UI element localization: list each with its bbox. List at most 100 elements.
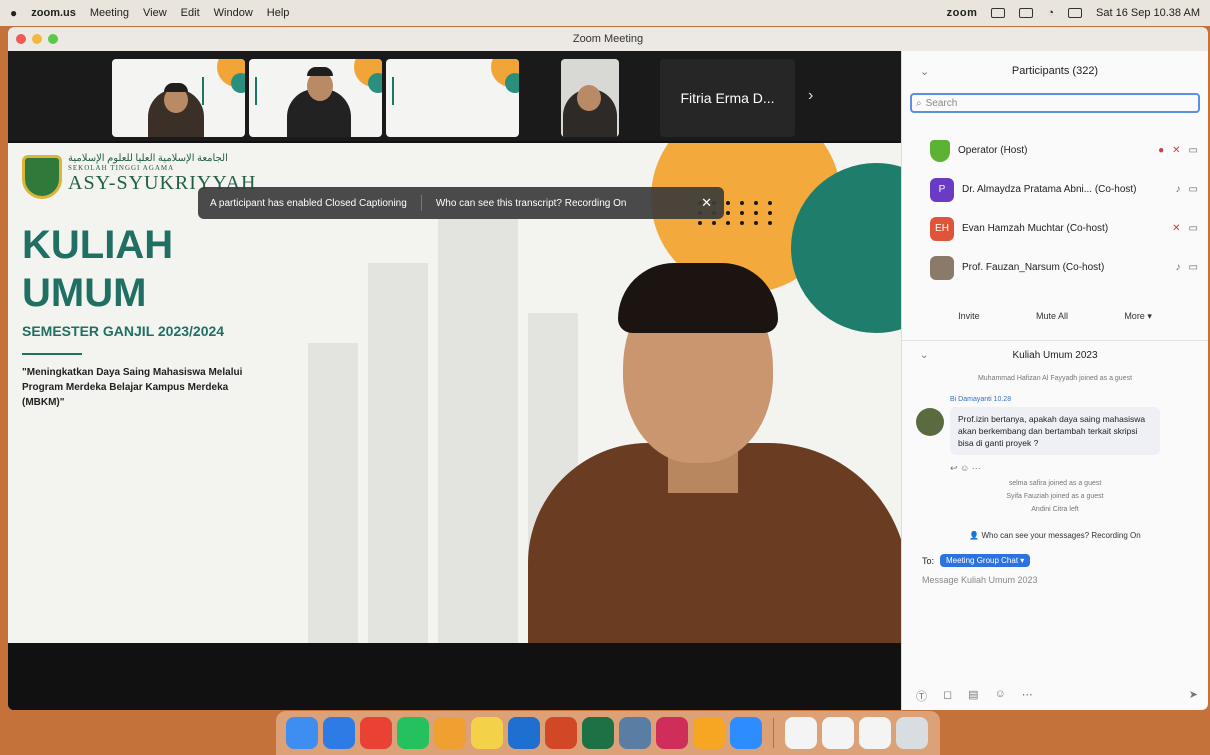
menu-clock[interactable]: Sat 16 Sep 10.38 AM [1096,7,1200,19]
video-thumbnail[interactable] [561,59,619,137]
participant-row[interactable]: Operator (Host) ● ✕ ▭ [902,131,1208,170]
participant-row[interactable]: Prof. Fauzan_Narsum (Co-host) ♪ ▭ [902,248,1208,287]
title-bar: Zoom Meeting [8,27,1208,51]
host-shield-icon [930,139,950,162]
search-input[interactable]: Search [926,98,958,109]
avatar: EH [930,216,954,241]
dock-separator [773,718,774,748]
chat-toolbar: Ⓣ ◻ ▤ ☺ ⋯ ➤ [916,688,1198,704]
dock-slack-icon[interactable] [656,717,688,749]
participant-row[interactable]: EH Evan Hamzah Muchtar (Co-host) ✕ ▭ [902,209,1208,248]
control-center-icon[interactable] [1068,8,1083,18]
background-building [308,343,358,643]
person-icon: 👤 [969,531,980,540]
wifi-icon[interactable]: ◔ [1047,7,1054,19]
participant-status: ✕ ▭ [1172,223,1198,234]
dock-whatsapp-icon[interactable] [397,717,429,749]
status-area: zoom ◔ Sat 16 Sep 10.38 AM [947,7,1200,19]
more-icon[interactable]: ⋯ [1022,688,1033,704]
chat-visibility-text: Who can see your messages? Recording On [981,531,1141,540]
participant-row[interactable]: P Dr. Almaydza Pratama Abni... (Co-host)… [902,170,1208,209]
file-icon[interactable]: ▤ [968,688,978,704]
chat-visibility-notice[interactable]: 👤 Who can see your messages? Recording O… [902,531,1208,540]
apple-icon[interactable]: ● [10,6,17,20]
menu-app-name[interactable]: zoom.us [31,7,76,19]
dock [276,711,940,755]
emoji-icon[interactable]: ☺ [995,688,1006,704]
invite-button[interactable]: Invite [948,307,990,326]
chevron-right-icon[interactable]: › [808,87,813,105]
chat-sender: Bi Damayanti 10.28 [950,396,1012,403]
dock-safari-icon[interactable] [323,717,355,749]
menu-help[interactable]: Help [267,7,290,19]
battery-icon[interactable] [1019,8,1034,18]
camera-icon[interactable]: ▭ [1189,184,1198,195]
chat-system-message: Muhammad Hafizan Al Fayyadh joined as a … [977,375,1133,382]
dock-notes-icon[interactable] [471,717,503,749]
dock-excel-icon[interactable] [582,717,614,749]
dock-app-store-icon[interactable] [693,717,725,749]
reply-icon[interactable]: ↩ [950,463,958,473]
campus-subtitle: SEKOLAH TINGGI AGAMA [68,164,175,172]
participant-name: Prof. Fauzan_Narsum (Co-host) [962,262,1105,273]
screenshot-icon[interactable]: ◻ [943,688,952,704]
video-area: Fitria Erma D... › الجامعة الإسلامية الع… [8,51,901,710]
menu-edit[interactable]: Edit [181,7,200,19]
camera-icon[interactable]: ▭ [1189,223,1198,234]
mic-icon[interactable]: ♪ [1176,262,1181,273]
dock-screenshot-icon[interactable] [822,717,854,749]
participant-actions: Invite Mute All More ▾ [902,287,1208,326]
mic-muted-icon[interactable]: ✕ [1172,223,1180,234]
dock-photos-icon[interactable] [434,717,466,749]
recipient-dropdown[interactable]: Meeting Group Chat ▾ [940,554,1031,567]
decor-shape [368,73,382,93]
video-thumbnail[interactable] [249,59,382,137]
dock-preview-icon[interactable] [619,717,651,749]
video-thumbnail[interactable] [386,59,519,137]
collapse-icon[interactable]: ⌄ [920,350,928,361]
dock-zoom-icon[interactable] [730,717,762,749]
send-icon[interactable]: ➤ [1189,688,1198,704]
mute-all-button[interactable]: Mute All [1026,307,1078,326]
dock-document-icon[interactable] [785,717,817,749]
menu-meeting[interactable]: Meeting [90,7,129,19]
slide-text-block [202,77,232,105]
slide-title-line-2: UMUM [22,271,147,315]
menu-view[interactable]: View [143,7,167,19]
chat-system-message: Syifa Fauziah joined as a guest [1006,493,1104,500]
dock-finder-icon[interactable] [286,717,318,749]
mic-icon[interactable]: ♪ [1176,184,1181,195]
screen-icon[interactable] [991,8,1006,18]
slide-theme: "Meningkatkan Daya Saing Mahasiswa Melal… [22,367,243,408]
message-input[interactable]: Message Kuliah Umum 2023 [902,575,1208,585]
participant-name-tile[interactable]: Fitria Erma D... [660,59,795,137]
emoji-icon[interactable]: ☺ [960,463,969,473]
format-icon[interactable]: Ⓣ [916,688,927,704]
trash-icon[interactable] [896,717,928,749]
dock-chrome-icon[interactable] [360,717,392,749]
to-label: To: [922,555,935,566]
participants-header: ⌄ Participants (322) [902,51,1208,91]
video-thumbnail[interactable] [112,59,245,137]
camera-icon[interactable]: ▭ [1189,145,1198,156]
dock-window-icon[interactable] [859,717,891,749]
slide-text-block [255,77,285,105]
more-icon[interactable]: ⋯ [972,463,981,473]
collapse-icon[interactable]: ⌄ [920,65,929,78]
close-window-button[interactable] [16,34,26,44]
zoom-window-button[interactable] [48,34,58,44]
chat-system-message: selma safira joined as a guest [1008,480,1102,487]
dock-powerpoint-icon[interactable] [545,717,577,749]
transcript-visibility-link[interactable]: Who can see this transcript? Recording O… [436,198,627,209]
menu-window[interactable]: Window [214,7,253,19]
more-button[interactable]: More ▾ [1114,307,1162,326]
minimize-window-button[interactable] [32,34,42,44]
close-icon[interactable]: ✕ [701,195,712,211]
zoom-status-logo[interactable]: zoom [947,7,978,19]
camera-icon[interactable]: ▭ [1189,262,1198,273]
avatar: P [930,177,954,202]
mic-muted-icon[interactable]: ✕ [1172,145,1180,156]
dock-outlook-icon[interactable] [508,717,540,749]
participant-search[interactable]: ⌕ Search [910,93,1200,113]
participant-name: Operator (Host) [958,145,1028,156]
